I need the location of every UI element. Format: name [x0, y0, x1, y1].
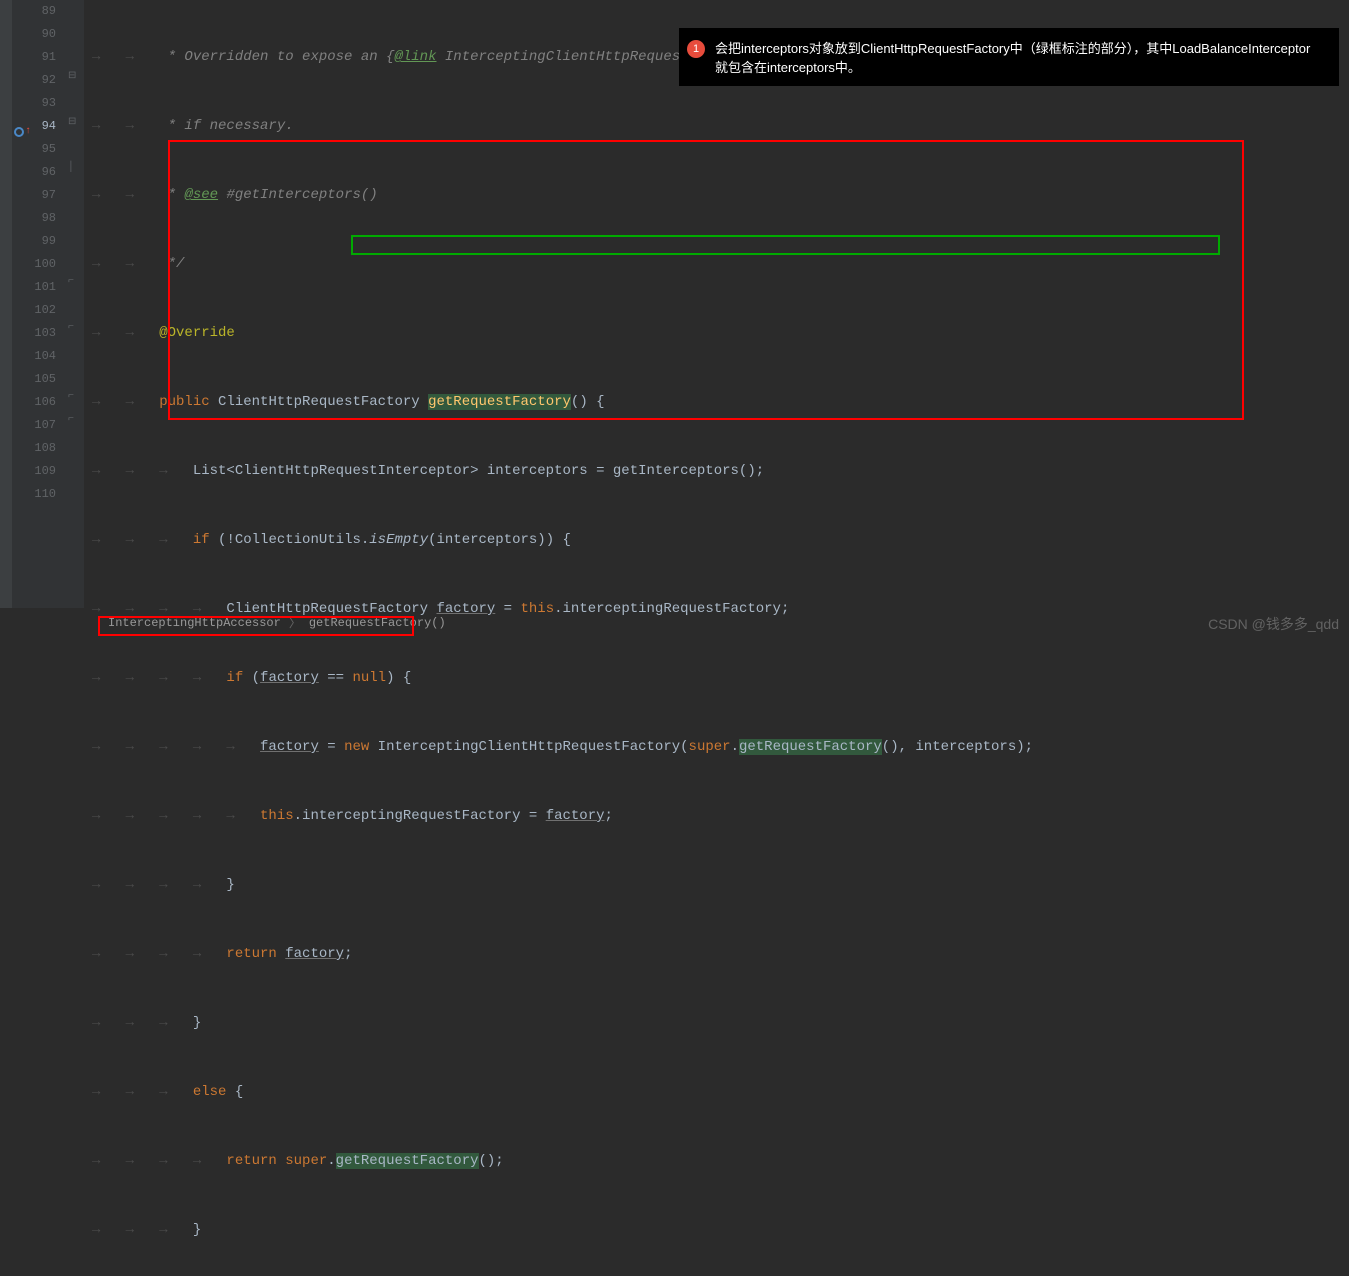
fold-end-icon[interactable]: ⌐ — [68, 276, 74, 287]
line-number: 89 — [12, 0, 56, 23]
code-line-102[interactable]: → → → → return factory; — [84, 943, 1349, 966]
fold-column[interactable]: ⊟ ⊟ │ ⌐ ⌐ ⌐ ⌐ — [64, 0, 84, 608]
line-number: 99 — [12, 230, 56, 253]
code-line-90[interactable]: → → * if necessary. — [84, 115, 1349, 138]
fold-end-icon[interactable]: ⌐ — [68, 414, 74, 425]
line-number: 90 — [12, 23, 56, 46]
highlight-green-box — [351, 235, 1220, 255]
line-number: 94 ↑ — [12, 115, 56, 138]
line-number: 109 — [12, 460, 56, 483]
code-line-105[interactable]: → → → → return super.getRequestFactory()… — [84, 1150, 1349, 1173]
line-number: 104 — [12, 345, 56, 368]
up-arrow-icon: ↑ — [25, 120, 31, 143]
annotation-text: 会把interceptors对象放到ClientHttpRequestFacto… — [715, 38, 1323, 76]
code-line-104[interactable]: → → → else { — [84, 1081, 1349, 1104]
code-line-94[interactable]: → → public ClientHttpRequestFactory getR… — [84, 391, 1349, 414]
watermark: CSDN @钱多多_qdd — [1208, 614, 1339, 634]
line-number: 107 — [12, 414, 56, 437]
code-line-101[interactable]: → → → → } — [84, 874, 1349, 897]
breadcrumb-class[interactable]: InterceptingHttpAccessor — [108, 616, 281, 630]
annotation-callout: 1 会把interceptors对象放到ClientHttpRequestFac… — [679, 28, 1339, 86]
code-line-96[interactable]: → → → if (!CollectionUtils.isEmpty(inter… — [84, 529, 1349, 552]
code-line-100[interactable]: → → → → → this.interceptingRequestFactor… — [84, 805, 1349, 828]
highlight-red-box — [168, 140, 1244, 420]
line-number: 91 — [12, 46, 56, 69]
left-tool-sidebar — [0, 0, 12, 608]
code-editor[interactable]: 89 90 91 92 93 94 ↑ 95 96 97 98 99 100 1… — [0, 0, 1349, 608]
fold-end-icon[interactable]: ⌐ — [68, 391, 74, 402]
line-number: 97 — [12, 184, 56, 207]
code-line-92[interactable]: → → */ — [84, 253, 1349, 276]
code-line-106[interactable]: → → → } — [84, 1219, 1349, 1242]
code-line-91[interactable]: → → * @see #getInterceptors() — [84, 184, 1349, 207]
line-number: 92 — [12, 69, 56, 92]
fold-marker-icon[interactable]: ⊟ — [68, 116, 76, 128]
line-number-gutter[interactable]: 89 90 91 92 93 94 ↑ 95 96 97 98 99 100 1… — [12, 0, 64, 608]
line-number: 105 — [12, 368, 56, 391]
breadcrumb[interactable]: InterceptingHttpAccessor 〉 getRequestFac… — [100, 610, 454, 635]
line-number: 98 — [12, 207, 56, 230]
line-number: 96 — [12, 161, 56, 184]
code-line-93[interactable]: → → @Override — [84, 322, 1349, 345]
line-number: 106 — [12, 391, 56, 414]
code-content[interactable]: → → * Overridden to expose an {@link Int… — [84, 0, 1349, 608]
fold-end-icon[interactable]: ⌐ — [68, 322, 74, 333]
code-line-98[interactable]: → → → → if (factory == null) { — [84, 667, 1349, 690]
line-number: 110 — [12, 483, 56, 506]
chevron-right-icon: 〉 — [289, 614, 301, 631]
annotation-badge: 1 — [687, 40, 705, 58]
override-icon[interactable] — [14, 127, 24, 137]
line-number: 103 — [12, 322, 56, 345]
line-number: 93 — [12, 92, 56, 115]
code-line-95[interactable]: → → → List<ClientHttpRequestInterceptor>… — [84, 460, 1349, 483]
line-number: 100 — [12, 253, 56, 276]
code-line-103[interactable]: → → → } — [84, 1012, 1349, 1035]
fold-marker-icon[interactable]: ⊟ — [68, 70, 76, 82]
line-number: 102 — [12, 299, 56, 322]
line-number: 101 — [12, 276, 56, 299]
line-number: 108 — [12, 437, 56, 460]
fold-line-icon: │ — [68, 162, 74, 173]
breadcrumb-method[interactable]: getRequestFactory() — [309, 616, 446, 630]
code-line-99[interactable]: → → → → → factory = new InterceptingClie… — [84, 736, 1349, 759]
